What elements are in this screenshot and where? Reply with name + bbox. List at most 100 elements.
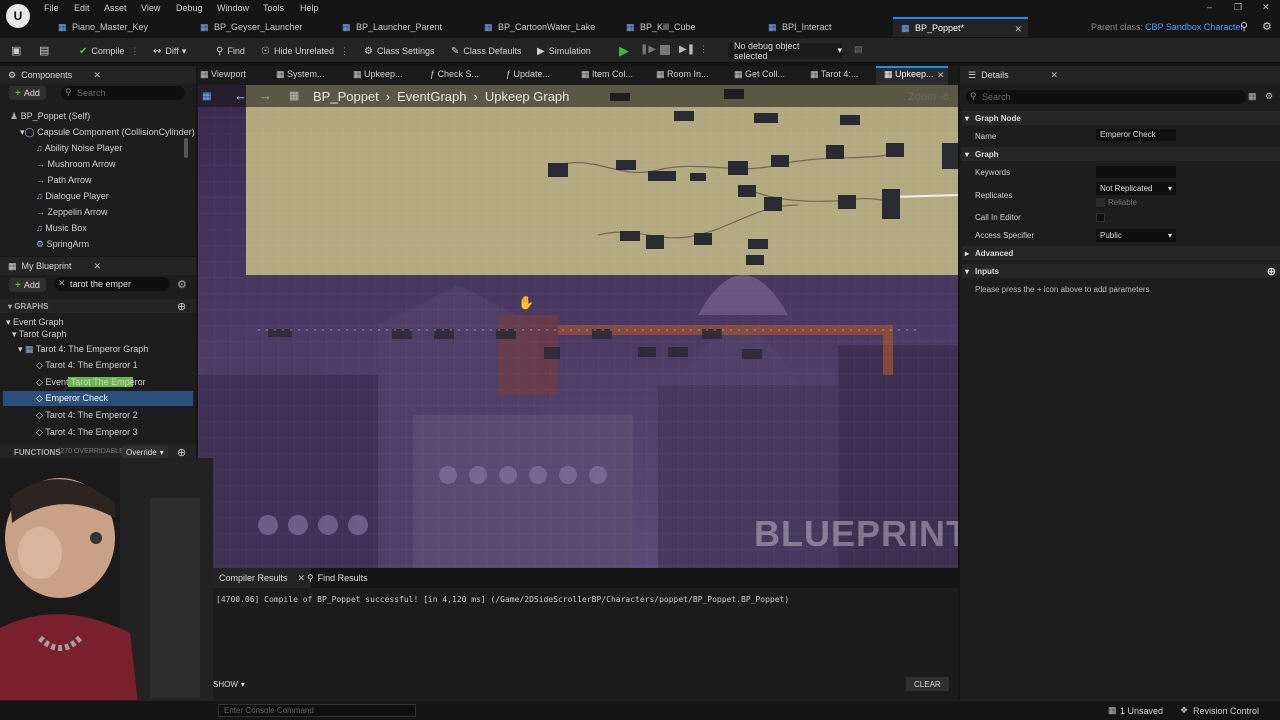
graph-section[interactable]: ▾ Graph [962,147,1280,161]
menu-view[interactable]: View [141,3,160,13]
close-panel-icon[interactable]: ✕ [93,70,101,81]
menu-help[interactable]: Help [300,3,319,13]
menu-asset[interactable]: Asset [104,3,127,13]
graph-tab-update[interactable]: ƒ Update... [506,69,550,79]
graph-tab-item-col[interactable]: ▦ Item Col... [581,69,633,80]
graph-tab-check-s[interactable]: ƒ Check S... [430,69,479,79]
call-in-editor-checkbox[interactable] [1096,213,1105,222]
menu-tools[interactable]: Tools [263,3,284,13]
revision-control-button[interactable]: Revision Control [1193,706,1259,716]
class-settings-button[interactable]: ⚙ Class Settings [364,43,435,59]
unsaved-count[interactable]: 1 Unsaved [1120,706,1163,716]
play-icon[interactable]: ▶ [619,43,629,59]
details-search-input[interactable]: ⚲ Search [966,90,1246,104]
override-dropdown[interactable]: Override ▾ [122,446,168,458]
close-tab-icon[interactable]: ✕ [298,573,306,584]
maximize-icon[interactable]: ❐ [1234,2,1242,13]
eject-icon[interactable]: ▶❚ [679,44,695,55]
tab-cartoonwater-lake[interactable]: ▦ BP_CartoonWater_Lake [476,17,616,37]
clear-search-icon[interactable]: ✕ [58,278,66,289]
close-tab-icon[interactable]: ✕ [1014,24,1022,35]
diff-button[interactable]: ↭ Diff ▾ [153,43,186,59]
graph-tab-room-in[interactable]: ▦ Room In... [656,69,709,80]
access-specifier-dropdown[interactable]: Public ▾ [1096,229,1176,242]
close-window-icon[interactable]: ✕ [1262,2,1270,13]
settings-icon[interactable]: ⚙ [1262,20,1272,33]
graph-tab-tarot-4[interactable]: ▦ Tarot 4:... [810,69,858,80]
replicates-dropdown[interactable]: Not Replicated ▾ [1096,182,1176,195]
class-defaults-button[interactable]: ✎ Class Defaults [451,43,521,59]
component-path-arrow[interactable]: → Path Arrow [36,175,92,185]
tab-launcher-parent[interactable]: ▦ BP_Launcher_Parent [334,17,474,37]
tree-item-event-tarot-emperor[interactable]: ◇ Event Tarot The Emperor [36,377,146,388]
compile-button[interactable]: ✔ Compile ⋮ [79,43,139,59]
graph-tab-get-coll[interactable]: ▦ Get Coll... [734,69,785,80]
add-input-icon[interactable]: ⊕ [1267,265,1276,278]
components-search-input[interactable]: ⚲ Search [61,86,185,100]
breadcrumb-eventgraph[interactable]: EventGraph [397,89,466,104]
tab-kill-cube[interactable]: ▦ BP_Kill_Cube [618,17,758,37]
tree-event-graph[interactable]: ▾ Event Graph [6,317,64,328]
breadcrumb-upkeep-graph[interactable]: Upkeep Graph [485,89,570,104]
tab-bp-poppet[interactable]: ▦ BP_Poppet* ✕ [893,17,1028,37]
more-options-icon[interactable]: ⋮ [699,44,708,55]
settings-icon[interactable]: ⚙ [177,278,187,291]
add-member-button[interactable]: + Add [9,278,46,292]
console-command-input[interactable]: Enter Console Command [218,704,416,717]
menu-window[interactable]: Window [217,3,249,13]
unreal-logo-icon[interactable]: U [6,4,30,28]
my-blueprint-search-input[interactable]: ✕ tarot the emper [54,277,170,291]
find-button[interactable]: ⚲ Find [216,43,245,59]
settings-icon[interactable]: ⚙ [1265,91,1273,102]
tree-item-emperor-3[interactable]: ◇ Tarot 4: The Emperor 3 [36,427,138,438]
menu-file[interactable]: File [44,3,59,13]
menu-debug[interactable]: Debug [176,3,203,13]
compiler-results-tab[interactable]: Compiler Results ✕ [213,568,312,588]
graph-tab-system[interactable]: ▦ System... [276,69,325,80]
table-view-icon[interactable]: ▦ [1248,91,1257,102]
search-icon[interactable]: ⚲ [1240,20,1248,33]
add-graph-icon[interactable]: ⊕ [177,300,186,313]
tree-emperor-graph[interactable]: ▾ ▦ Tarot 4: The Emperor Graph [18,344,148,355]
more-options-icon[interactable]: ⋮ [130,46,139,57]
component-dialogue-player[interactable]: ♫ Dialogue Player [36,191,109,201]
hide-unrelated-button[interactable]: ☉ Hide Unrelated ⋮ [261,43,349,59]
inputs-section[interactable]: ▾ Inputs ⊕ [962,264,1280,278]
graph-node-section[interactable]: ▾ Graph Node [962,111,1280,125]
tree-tarot-graph[interactable]: ▾ Tarot Graph [12,329,66,340]
debug-object-dropdown[interactable]: No debug object selected ▾ [728,41,842,61]
show-dropdown[interactable]: SHOW ▾ [213,678,245,690]
component-self[interactable]: ♟ BP_Poppet (Self) [10,111,90,122]
step-icon[interactable]: ❚▶ [640,44,656,55]
graph-tab-viewport[interactable]: ▦ Viewport [200,69,246,80]
forward-arrow-icon[interactable]: → [259,88,272,103]
tree-item-emperor-2[interactable]: ◇ Tarot 4: The Emperor 2 [36,410,138,421]
component-mushroom-arrow[interactable]: → Mushroom Arrow [36,159,116,169]
tab-geyser-launcher[interactable]: ▦ BP_Geyser_Launcher [192,17,332,37]
reliable-checkbox[interactable] [1096,198,1105,207]
component-music-box[interactable]: ♫ Music Box [36,223,87,233]
close-panel-icon[interactable]: ✕ [1050,70,1058,81]
keywords-field[interactable] [1096,166,1176,178]
component-springarm[interactable]: ⚙ SpringArm [36,239,89,250]
find-results-tab[interactable]: ⚲ Find Results [307,568,368,588]
name-field[interactable]: Emperor Check [1096,129,1176,141]
component-ability-noise-player[interactable]: ♫ Ability Noise Player [36,143,122,153]
advanced-section[interactable]: ▸ Advanced [962,246,1280,260]
minimize-icon[interactable]: – [1207,2,1212,12]
clear-button[interactable]: CLEAR [906,677,949,691]
tab-bpi-interact[interactable]: ▦ BPI_Interact [760,17,900,37]
tree-item-emperor-1[interactable]: ◇ Tarot 4: The Emperor 1 [36,360,138,371]
scrollbar[interactable] [184,138,188,158]
browse-icon[interactable]: ▤ [39,44,49,57]
graph-canvas[interactable]: ▦ ← → ▦ BP_Poppet › EventGraph › Upkeep … [198,85,958,568]
close-tab-icon[interactable]: ✕ [937,70,945,81]
component-zeppelin-arrow[interactable]: → Zeppelin Arrow [36,207,108,217]
debug-browse-icon[interactable]: ▤ [854,44,863,55]
more-options-icon[interactable]: ⋮ [340,46,349,57]
menu-edit[interactable]: Edit [74,3,90,13]
add-component-button[interactable]: + Add [9,86,46,100]
stop-icon[interactable] [660,45,670,55]
breadcrumb-bp-poppet[interactable]: BP_Poppet [313,89,379,104]
close-panel-icon[interactable]: ✕ [93,261,101,272]
